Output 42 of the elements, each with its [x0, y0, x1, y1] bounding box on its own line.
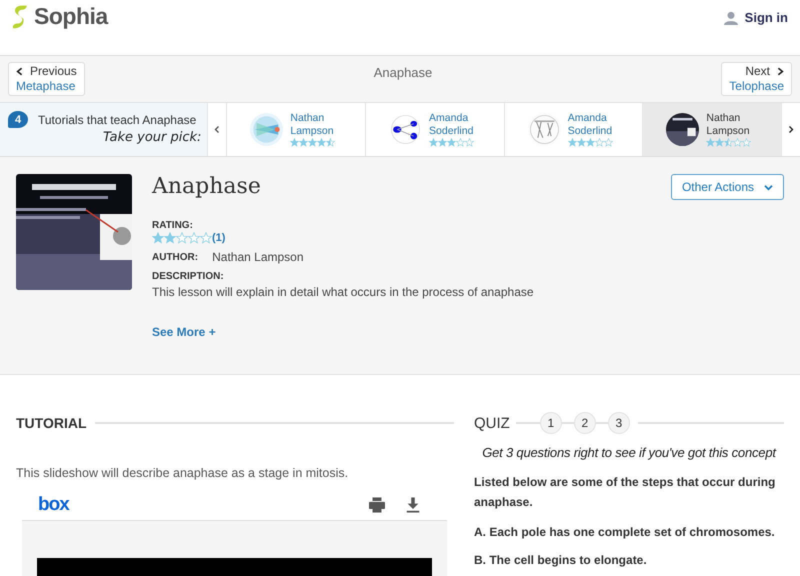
answer-option: B. The cell begins to elongate. — [474, 553, 784, 567]
question-step[interactable]: 2 — [574, 412, 596, 434]
previous-button[interactable]: Previous Metaphase — [8, 62, 85, 96]
author-name[interactable]: Amanda Soderlind — [429, 112, 490, 138]
strip-heading: Tutorials that teach Anaphase — [38, 112, 196, 126]
tagline: Take your pick: — [102, 130, 202, 145]
answer-option: A. Each pole has one complete set of chromosomes. — [474, 525, 784, 539]
download-icon — [405, 497, 421, 513]
chevron-left-icon — [214, 125, 220, 134]
question-step[interactable]: 3 — [608, 412, 630, 434]
author-name[interactable]: Amanda Soderlind — [568, 112, 628, 138]
author-label: AUTHOR: — [152, 252, 198, 262]
section-heading: TUTORIAL — [16, 415, 87, 431]
question-step[interactable]: 1 — [540, 412, 562, 434]
author-name[interactable]: Nathan Lampson — [706, 112, 766, 138]
description-text: This lesson will explain in detail what occurs in the process of anaphase — [152, 285, 535, 299]
rating-label: RATING: — [152, 220, 194, 231]
sign-in-link[interactable]: Sign in — [724, 10, 788, 25]
chevron-left-icon — [16, 67, 24, 76]
user-icon — [724, 10, 738, 24]
author-name: Nathan Lampson — [212, 250, 304, 264]
author-name[interactable]: Nathan Lampson — [290, 112, 350, 138]
lesson-title: Anaphase — [152, 174, 261, 199]
tutorial-card[interactable]: Nathan Lampson — [642, 103, 782, 156]
description-label: DESCRIPTION: — [152, 271, 225, 282]
rating-count-link[interactable]: (1) — [212, 232, 226, 244]
viewer-logo: box — [38, 494, 69, 516]
page-title: Anaphase — [374, 65, 432, 80]
tutorial-card[interactable]: Amanda Soderlind — [504, 103, 642, 156]
chevron-right-icon — [788, 125, 794, 134]
chevron-down-icon — [764, 184, 773, 190]
section-heading: QUIZ — [474, 414, 510, 432]
question-text: Listed below are some of the steps that occur during anaphase. — [474, 474, 776, 511]
quiz-prompt: Get 3 questions right to see if you've got this concept — [481, 445, 778, 460]
see-more-link[interactable]: See More + — [152, 325, 216, 339]
print-icon — [369, 497, 385, 513]
next-button[interactable]: Next Telophase — [721, 62, 792, 96]
intro-text: This slideshow will describe anaphase as a stage in mitosis. — [16, 466, 350, 480]
count-badge: 4 — [8, 111, 28, 128]
chevron-right-icon — [776, 67, 784, 76]
other-actions-button[interactable]: Other Actions — [670, 174, 784, 200]
logo-text: Sophia — [34, 3, 108, 30]
